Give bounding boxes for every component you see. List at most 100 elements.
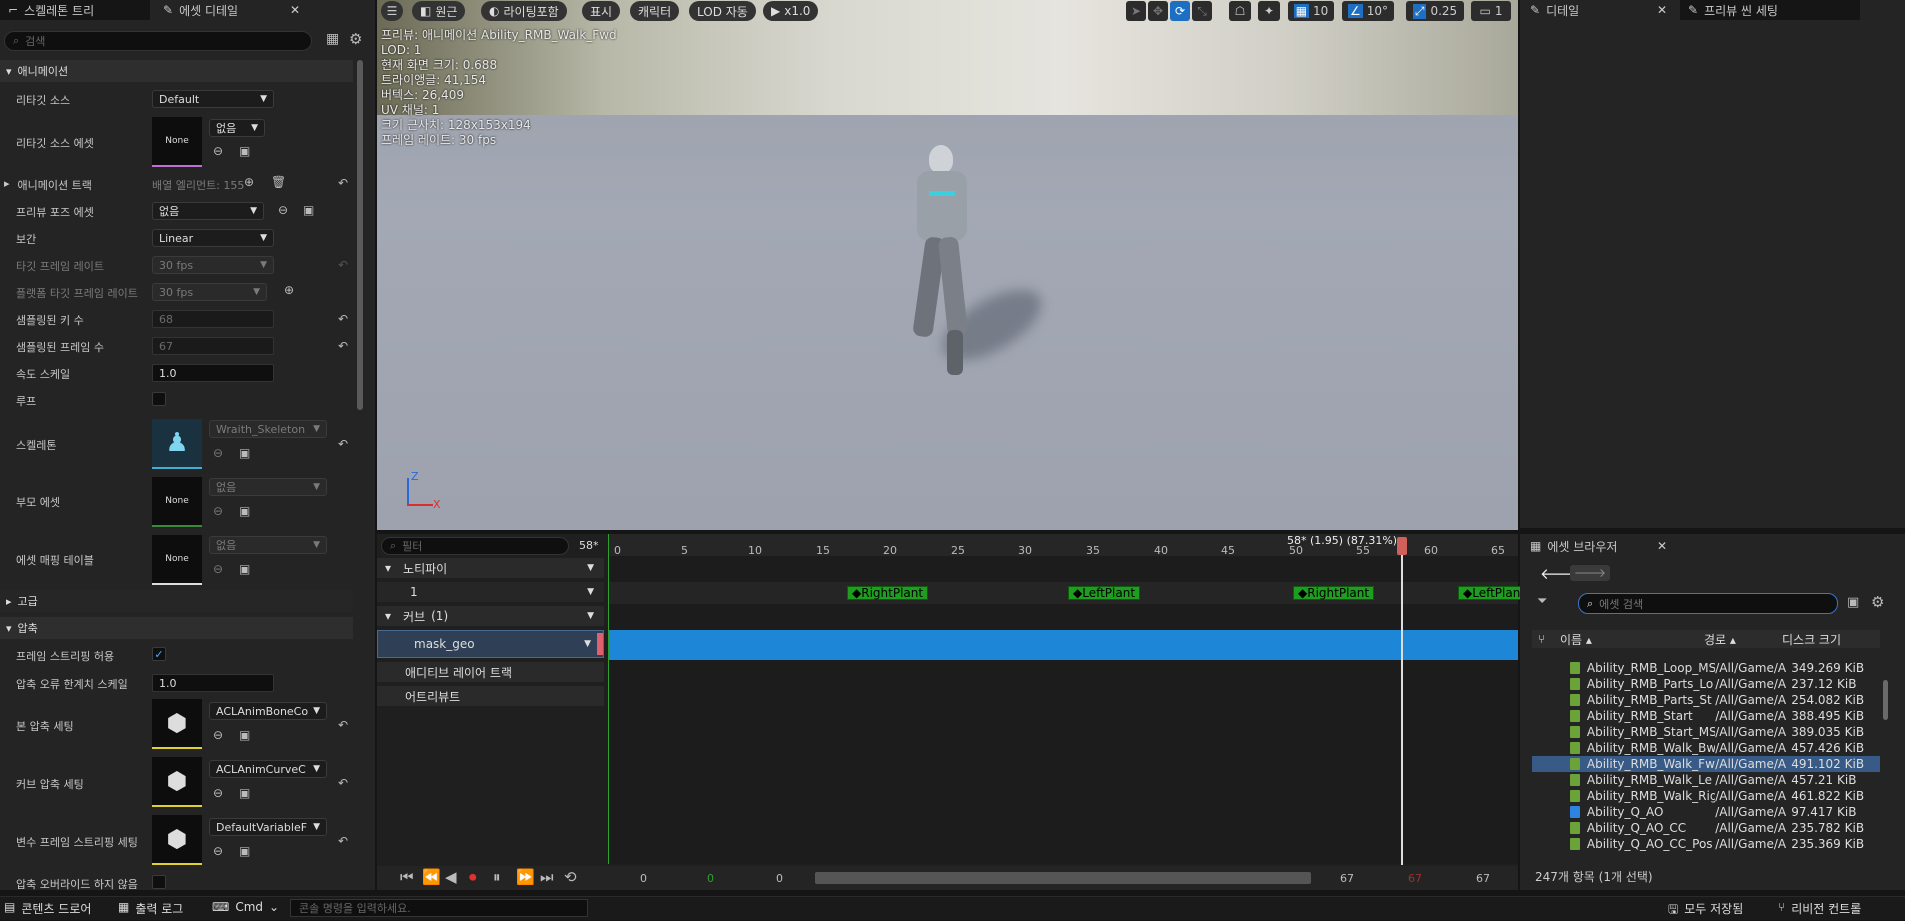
scale-snap-button[interactable]: ⤢ 0.25 [1406,1,1464,21]
loop-icon[interactable]: ⟲ [564,868,577,886]
variable-stripping-thumbnail[interactable]: ⬢ [152,815,202,865]
search-input[interactable]: ⌕ 검색 [4,31,312,51]
curve-track-bar[interactable] [608,630,1518,660]
list-item[interactable]: Ability_RMB_Loop_MS/All/Game/A 349.269 Ki… [1532,660,1880,676]
output-log-button[interactable]: ▦ 출력 로그 [118,900,183,917]
column-path[interactable]: 경로 ▴ [1704,631,1782,648]
step-forward-icon[interactable]: ⏩ [516,868,535,886]
skip-to-start-icon[interactable]: ⏮ [400,868,414,886]
tree-icon[interactable]: ⑂ [1532,632,1560,646]
world-local-icon[interactable]: ☖ [1229,1,1251,21]
close-icon[interactable]: ✕ [290,3,300,17]
browse-folder-icon[interactable]: ▣ [239,504,250,518]
section-animation[interactable]: ▾ 애니메이션 [0,60,353,82]
list-item[interactable]: Ability_Q_AO_CC/All/Game/A 235.782 KiB [1532,820,1880,836]
lod-button[interactable]: LOD 자동 [689,1,756,21]
reset-arrow-icon[interactable]: ↶ [338,718,348,732]
browse-folder-icon[interactable]: ▣ [239,844,250,858]
content-drawer-button[interactable]: ▤ 콘텐츠 드로어 [4,900,91,917]
perspective-button[interactable]: ◧ 원근 [412,1,466,21]
close-icon[interactable]: ✕ [1657,3,1667,17]
trash-icon[interactable]: 🗑 [271,175,286,189]
forward-button[interactable]: 🡒 [1570,565,1610,581]
track-area[interactable] [608,534,1518,864]
grid-snap-button[interactable]: ▦ 10 [1288,1,1334,21]
notify-marker[interactable]: ◆ LeftPlant [1068,586,1141,600]
notify-marker[interactable]: ◆ RightPlant [1293,586,1375,600]
reset-arrow-icon[interactable]: ↶ [338,176,348,190]
list-item[interactable]: Ability_Q_AO/All/Game/A 97.417 KiB [1532,804,1880,820]
browse-folder-icon[interactable]: ▣ [239,786,250,800]
translate-mode-icon[interactable]: ✥ [1148,1,1168,21]
list-item[interactable]: Ability_RMB_Start/All/Game/A 388.495 KiB [1532,708,1880,724]
additive-layer-row[interactable]: 애디티브 레이어 트랙 [377,662,604,682]
asset-search-input[interactable]: ⌕ 에셋 검색 [1578,593,1838,614]
reset-arrow-icon[interactable]: ↶ [338,834,348,848]
allow-frame-stripping-checkbox[interactable]: ✓ [152,647,166,661]
column-disk-size[interactable]: 디스크 크기 [1782,631,1872,648]
use-selected-icon[interactable]: ⊖ [213,844,223,858]
browse-folder-icon[interactable]: ▣ [239,144,250,158]
skeleton-thumbnail[interactable]: ♟ [152,419,202,469]
dropdown-icon[interactable]: ▼ [587,587,594,597]
add-element-icon[interactable]: ⊕ [244,175,254,189]
column-name[interactable]: 이름 ▴ [1560,631,1704,648]
surface-snap-icon[interactable]: ✦ [1258,1,1280,21]
interpolation-combo[interactable]: Linear ▼ [152,229,274,247]
range-end-field[interactable]: 67 [1340,872,1354,885]
save-search-icon[interactable]: ▣ [1847,595,1859,610]
dropdown-icon[interactable]: ▼ [584,639,591,649]
use-selected-icon[interactable]: ⊖ [213,786,223,800]
parent-asset-thumbnail[interactable]: None [152,477,202,527]
tab-skeleton-tree[interactable]: ⌐ 스켈레톤 트리 [0,0,150,20]
rate-scale-field[interactable]: 1.0 [152,364,274,382]
retarget-asset-combo[interactable]: 없음 ▼ [209,119,265,137]
list-item[interactable]: Ability_RMB_Parts_Lo/All/Game/A 237.12 Ki… [1532,676,1880,692]
curves-row[interactable]: ▾ 커브 (1) ▼ [377,606,604,626]
browse-folder-icon[interactable]: ▣ [303,203,314,217]
play-reverse-icon[interactable]: ◀ [445,868,457,886]
list-item-selected[interactable]: Ability_RMB_Walk_Fw/All/Game/A 491.102 Ki… [1532,756,1880,772]
left-scrollbar[interactable] [357,60,363,410]
character-button[interactable]: 캐릭터 [630,1,680,21]
notify-track-row[interactable]: 1 ▼ [377,582,604,602]
skip-to-end-icon[interactable]: ⏭ [540,868,554,886]
scale-mode-icon[interactable]: ⤡ [1192,1,1212,21]
asset-list-scrollbar[interactable] [1883,680,1888,720]
retarget-source-combo[interactable]: Default ▼ [152,90,274,108]
mask-geo-row[interactable]: mask_geo ▼ [377,630,604,658]
pause-icon[interactable]: ⏸ [493,868,501,886]
asset-mapping-thumbnail[interactable]: None [152,535,202,585]
tab-asset-details[interactable]: ✎ 에셋 디테일 ✕ [155,0,308,20]
anim-track-row[interactable]: ▸ 애니메이션 트랙 [4,177,92,193]
timeline-filter-input[interactable]: ⌕ 필터 [381,537,569,555]
attributes-row[interactable]: 어트리뷰트 [377,686,604,706]
use-selected-icon[interactable]: ⊖ [213,728,223,742]
view-end-field[interactable]: 67 [1476,872,1490,885]
reset-arrow-icon[interactable]: ↶ [338,339,348,353]
notifies-row[interactable]: ▾ 노티파이 ▼ [377,558,604,578]
select-mode-icon[interactable]: ➤ [1126,1,1146,21]
browse-folder-icon[interactable]: ▣ [239,728,250,742]
error-threshold-field[interactable]: 1.0 [152,674,274,692]
browse-folder-icon[interactable]: ▣ [239,446,250,460]
section-advanced[interactable]: ▸ 고급 [0,590,353,612]
list-item[interactable]: Ability_RMB_Walk_Bw/All/Game/A 457.426 Ki… [1532,740,1880,756]
reset-arrow-icon[interactable]: ↶ [338,437,348,451]
console-input[interactable]: 콘솔 명령을 입력하세요. [290,899,588,917]
use-selected-icon[interactable]: ⊖ [213,144,223,158]
reset-arrow-icon[interactable]: ↶ [338,776,348,790]
variable-stripping-combo[interactable]: DefaultVariableF ▼ [209,818,327,836]
cmd-dropdown[interactable]: ⌨ Cmd ⌄ [212,900,279,914]
show-button[interactable]: 표시 [582,1,621,21]
list-item[interactable]: Ability_RMB_Parts_St/All/Game/A 254.082 K… [1532,692,1880,708]
preview-pose-combo[interactable]: 없음 ▼ [152,202,264,220]
bone-compression-combo[interactable]: ACLAnimBoneCo ▼ [209,702,327,720]
record-icon[interactable]: ⏺ [469,868,477,886]
dropdown-icon[interactable]: ▼ [587,563,594,573]
range-start-field[interactable]: 0 [776,872,783,885]
tab-asset-browser[interactable]: ▦ 에셋 브라우저 ✕ [1522,536,1675,556]
browse-folder-icon[interactable]: ▣ [239,562,250,576]
filter-icon[interactable]: ⏷ [1537,594,1547,609]
table-view-icon[interactable]: ▦ [326,31,339,47]
